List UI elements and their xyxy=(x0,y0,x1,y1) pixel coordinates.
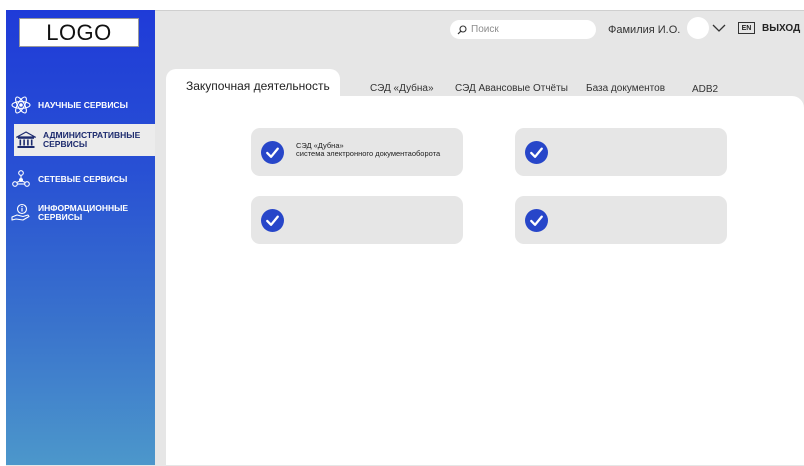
logout-button[interactable]: ВЫХОД xyxy=(762,23,800,34)
sidebar-item-label: НАУЧНЫЕ СЕРВИСЫ xyxy=(38,99,128,110)
service-card[interactable] xyxy=(515,128,727,176)
network-icon xyxy=(12,170,30,187)
tab-adb2[interactable]: ADB2 xyxy=(692,84,718,95)
sidebar-item-label: СЕТЕВЫЕ СЕРВИСЫ xyxy=(38,173,128,184)
tab-sed-dubna[interactable]: СЭД «Дубна» xyxy=(370,83,434,94)
tab-procurement[interactable]: Закупочная деятельность xyxy=(186,79,330,93)
search-box[interactable] xyxy=(450,20,596,39)
sidebar-item-label-line2: СЕРВИСЫ xyxy=(43,139,88,149)
search-icon xyxy=(457,24,467,34)
tab-documents-base[interactable]: База документов xyxy=(586,83,665,94)
sidebar-item-information[interactable]: ИНФОРМАЦИОННЫЕ СЕРВИСЫ xyxy=(6,200,155,226)
card-subtitle: система электронного документаоборота xyxy=(296,149,441,158)
sidebar-item-label-line2: СЕРВИСЫ xyxy=(38,212,83,222)
service-card[interactable] xyxy=(251,196,463,244)
check-circle-icon xyxy=(261,209,284,232)
search-input[interactable] xyxy=(471,24,581,35)
logo[interactable]: LOGO xyxy=(19,18,139,47)
language-switch[interactable]: EN xyxy=(738,22,755,34)
sidebar-item-network[interactable]: СЕТЕВЫЕ СЕРВИСЫ xyxy=(6,168,155,190)
sidebar: LOGO НАУЧНЫЕ СЕРВИСЫ АДМИНИСТРАТИВНЫЕ СЕ… xyxy=(6,10,155,465)
check-circle-icon xyxy=(525,209,548,232)
check-circle-icon xyxy=(261,141,284,164)
atom-icon xyxy=(11,96,31,114)
tab-sed-advance-reports[interactable]: СЭД Авансовые Отчёты xyxy=(455,83,568,94)
chevron-down-icon[interactable] xyxy=(712,23,726,33)
sidebar-item-scientific[interactable]: НАУЧНЫЕ СЕРВИСЫ xyxy=(6,94,155,116)
service-card[interactable]: СЭД «Дубна» система электронного докумен… xyxy=(251,128,463,176)
check-circle-icon xyxy=(525,141,548,164)
info-hand-icon xyxy=(11,203,30,221)
avatar[interactable] xyxy=(687,17,709,39)
building-icon xyxy=(16,131,36,148)
service-card[interactable] xyxy=(515,196,727,244)
user-name[interactable]: Фамилия И.О. xyxy=(608,24,680,36)
sidebar-item-administrative[interactable]: АДМИНИСТРАТИВНЫЕ СЕРВИСЫ xyxy=(14,124,155,156)
